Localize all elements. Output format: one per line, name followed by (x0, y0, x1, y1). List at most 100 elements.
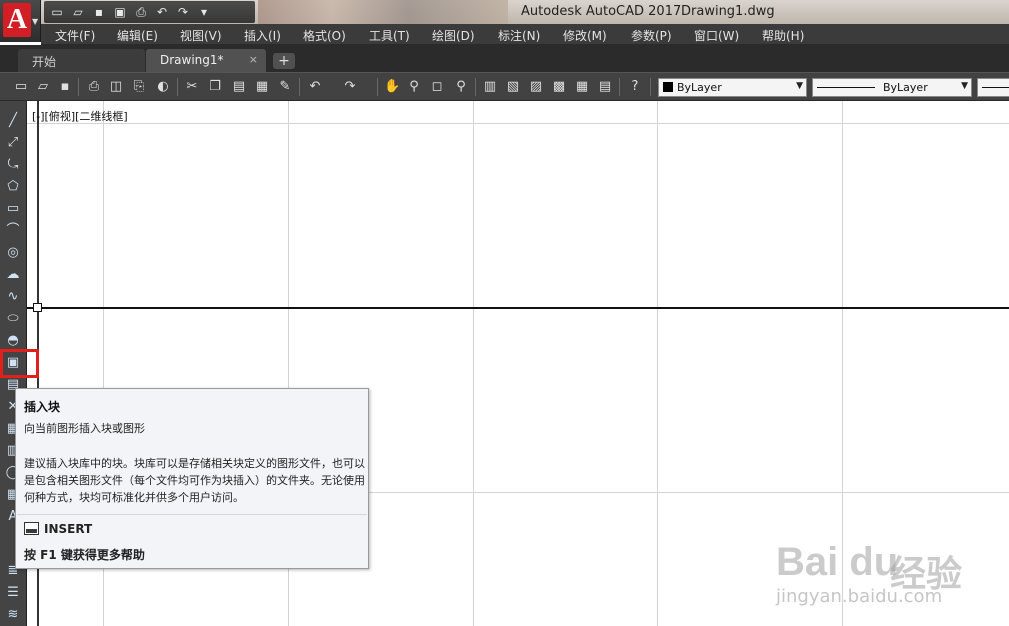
color-swatch (663, 82, 673, 92)
tooltip-extended-text: 建议插入块库中的块。块库可以是存储相关块定义的图形文件，也可以是包含相关图形文件… (24, 457, 365, 504)
tooltip-title: 插入块 (24, 400, 61, 414)
highlight-box (0, 349, 39, 378)
new-icon[interactable]: ▭ (48, 5, 66, 19)
open-icon[interactable]: ▱ (69, 5, 87, 19)
match-properties-icon[interactable]: ▦ (254, 79, 270, 95)
menu-parametric[interactable]: 参数(P) (631, 27, 672, 44)
menu-dimension[interactable]: 标注(N) (498, 27, 540, 44)
menu-format[interactable]: 格式(O) (303, 27, 346, 44)
revision-cloud-icon[interactable]: ☁ (4, 266, 22, 284)
toolbar-separator (177, 78, 178, 96)
menu-view[interactable]: 视图(V) (180, 27, 222, 44)
line-icon[interactable]: ╱ (4, 112, 22, 130)
menu-file[interactable]: 文件(F) (55, 27, 95, 44)
toolbar-separator (475, 78, 476, 96)
chevron-down-icon: ▼ (961, 81, 968, 91)
new-tab-button[interactable]: + (273, 53, 295, 69)
polyline-icon[interactable]: ⤿ (4, 156, 22, 174)
3d-dwf-icon[interactable]: ◐ (155, 79, 171, 95)
save-icon[interactable]: ▪ (57, 79, 73, 95)
menu-insert[interactable]: 插入(I) (244, 27, 281, 44)
ellipse-icon[interactable]: ⬭ (4, 310, 22, 328)
menu-window[interactable]: 窗口(W) (694, 27, 739, 44)
layer-states-icon[interactable]: ☰ (4, 584, 22, 602)
zoom-previous-icon[interactable]: ⚲ (453, 79, 469, 95)
viewport-controls[interactable]: [-][俯视][二维线框] (32, 108, 128, 124)
undo-icon[interactable]: ↶ (307, 79, 323, 95)
sheet-set-icon[interactable]: ▩ (551, 79, 567, 95)
menu-edit[interactable]: 编辑(E) (117, 27, 158, 44)
tool-palettes-icon[interactable]: ▨ (528, 79, 544, 95)
polygon-icon[interactable]: ⬠ (4, 178, 22, 196)
baidu-watermark-url: jingyan.baidu.com (776, 586, 943, 607)
plot-icon[interactable]: ⎙ (86, 79, 102, 95)
tab-drawing1[interactable]: Drawing1* × (146, 49, 266, 72)
file-tab-bar: 开始 Drawing1* × + (0, 45, 1009, 72)
spline-icon[interactable]: ∿ (4, 288, 22, 306)
saveas-icon[interactable]: ▣ (111, 5, 129, 19)
ellipse-arc-icon[interactable]: ◓ (4, 332, 22, 350)
save-icon[interactable]: ▪ (90, 5, 108, 19)
close-icon[interactable]: × (249, 53, 258, 66)
tooltip-description: 向当前图形插入块或图形 (24, 422, 145, 435)
redo-icon[interactable]: ↷ (342, 79, 358, 95)
chevron-down-icon: ▼ (796, 81, 803, 91)
linetype-combo[interactable]: ByLayer ▼ (812, 78, 972, 97)
toolbar-separator (299, 78, 300, 96)
color-combo[interactable]: ByLayer ▼ (658, 78, 807, 97)
origin-grip[interactable] (33, 303, 42, 312)
plot-icon[interactable]: ⎙ (132, 5, 150, 20)
baidu-watermark-logo: Bai du (776, 540, 899, 584)
linetype-combo-value: ByLayer (883, 81, 928, 94)
title-bar: ▭ ▱ ▪ ▣ ⎙ ↶ ↷ ▾ Autodesk AutoCAD 2017 Dr… (0, 0, 1009, 24)
app-title: Autodesk AutoCAD 2017 (521, 4, 682, 19)
standard-toolbar: ▭ ▱ ▪ ⎙ ◫ ⎘ ◐ ✂ ❐ ▤ ▦ ✎ ↶ ↷ ✋ ⚲ ◻ ⚲ ▥ ▧ … (0, 72, 1009, 101)
block-editor-icon[interactable]: ✎ (277, 79, 293, 95)
toolbar-separator (377, 78, 378, 96)
redo-icon[interactable]: ↷ (174, 5, 192, 19)
toolbar-separator (619, 78, 620, 96)
application-menu-button[interactable]: A ▼ (0, 0, 41, 42)
paste-icon[interactable]: ▤ (231, 79, 247, 95)
construction-line-icon[interactable]: ⤢ (4, 134, 22, 152)
zoom-window-icon[interactable]: ◻ (429, 79, 445, 95)
lineweight-combo[interactable] (977, 78, 1009, 97)
qnew-icon[interactable]: ▭ (13, 79, 29, 95)
x-axis-line (27, 307, 1009, 309)
tab-start[interactable]: 开始 (18, 49, 145, 72)
markup-icon[interactable]: ▦ (574, 79, 590, 95)
tab-drawing1-label: Drawing1* (160, 53, 224, 67)
zoom-realtime-icon[interactable]: ⚲ (406, 79, 422, 95)
linetype-sample (817, 87, 875, 88)
arc-icon[interactable]: ⌒ (4, 222, 22, 240)
open-icon[interactable]: ▱ (35, 79, 51, 95)
menu-tools[interactable]: 工具(T) (369, 27, 410, 44)
rectangle-icon[interactable]: ▭ (4, 200, 22, 218)
grid-line (473, 101, 474, 626)
copy-icon[interactable]: ❐ (207, 79, 223, 95)
cut-icon[interactable]: ✂ (184, 79, 200, 95)
publish-icon[interactable]: ⎘ (131, 79, 147, 95)
chevron-down-icon: ▼ (32, 17, 39, 26)
autocad-logo-icon: A (3, 3, 31, 37)
layer-previous-icon[interactable]: ≋ (4, 606, 22, 624)
quickcalc-icon[interactable]: ▤ (597, 79, 613, 95)
design-center-icon[interactable]: ▧ (505, 79, 521, 95)
menu-help[interactable]: 帮助(H) (762, 27, 804, 44)
menu-draw[interactable]: 绘图(D) (432, 27, 475, 44)
toolbar-separator (78, 78, 79, 96)
help-icon[interactable]: ? (627, 79, 643, 95)
toolbar-separator (650, 78, 651, 96)
properties-icon[interactable]: ▥ (482, 79, 498, 95)
pan-icon[interactable]: ✋ (384, 79, 400, 95)
title-bar-background (258, 0, 508, 24)
menu-modify[interactable]: 修改(M) (563, 27, 607, 44)
undo-icon[interactable]: ↶ (153, 5, 171, 19)
grid-line (27, 123, 1009, 124)
circle-icon[interactable]: ◎ (4, 244, 22, 262)
tooltip-divider (17, 514, 367, 515)
plot-preview-icon[interactable]: ◫ (108, 79, 124, 95)
grid-line (657, 101, 658, 626)
customize-icon[interactable]: ▾ (195, 5, 213, 19)
color-combo-value: ByLayer (677, 81, 722, 94)
